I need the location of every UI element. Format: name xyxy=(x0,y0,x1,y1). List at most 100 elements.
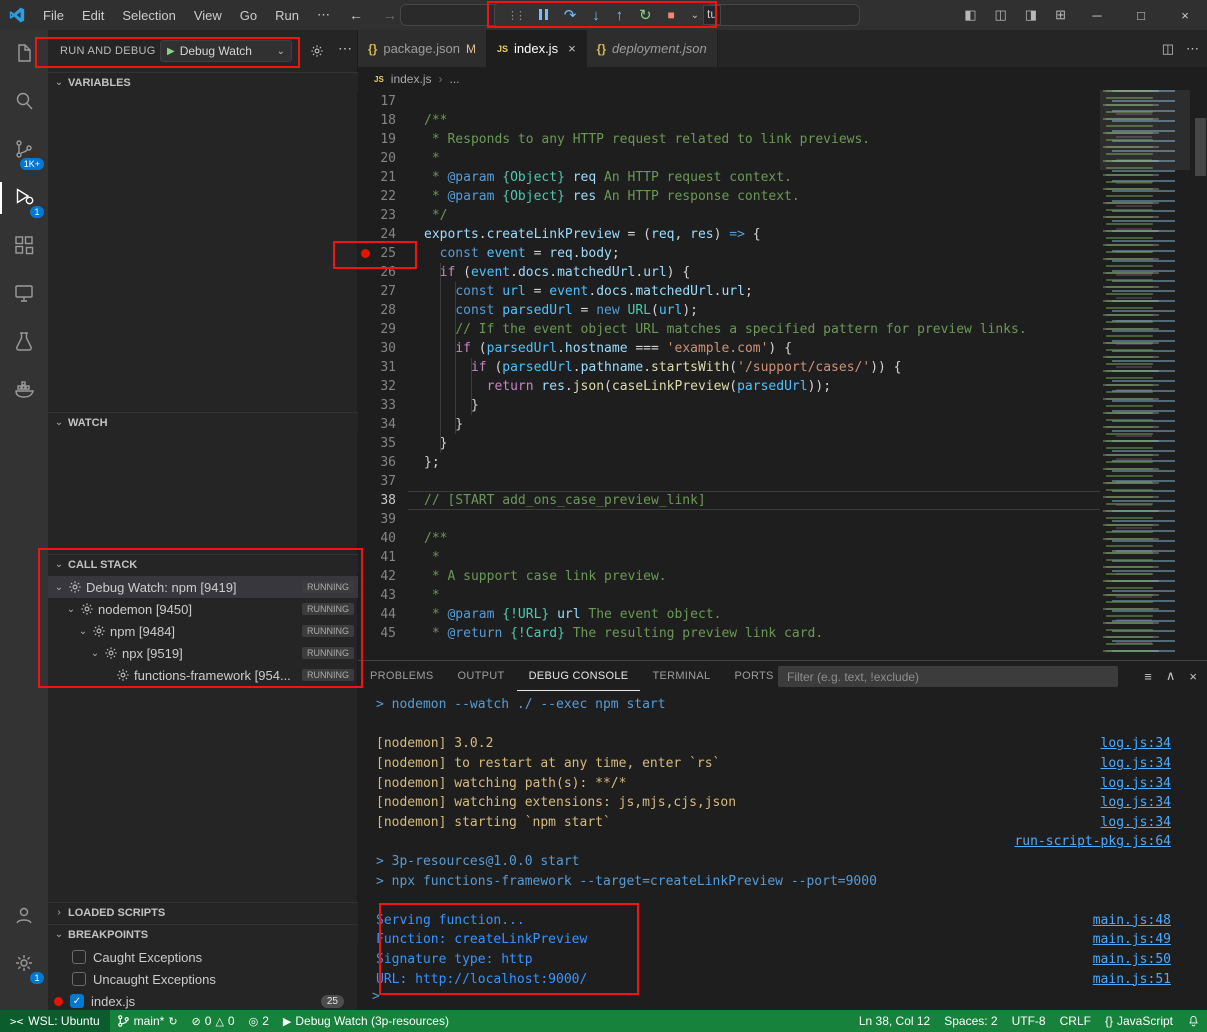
step-out-icon[interactable]: ↑ xyxy=(616,7,624,24)
line-number[interactable]: 27 xyxy=(358,282,408,301)
callstack-session-row[interactable]: ⌄ Debug Watch: npm [9419] RUNNING xyxy=(48,576,358,598)
console-source-link[interactable]: main.js:48 xyxy=(1093,913,1171,928)
code-line[interactable]: * @param {Object} req An HTTP request co… xyxy=(424,168,1100,187)
sidebar-item-run-and-debug[interactable]: 1 xyxy=(0,174,48,222)
notifications-item[interactable] xyxy=(1180,1010,1207,1032)
minimap[interactable] xyxy=(1100,90,1190,656)
views-more-icon[interactable]: ⋯ xyxy=(338,40,352,57)
code-line[interactable]: * @return {!Card} The resulting preview … xyxy=(424,624,1100,643)
problems-item[interactable]: ⊘ 0 △ 0 xyxy=(185,1010,242,1032)
code-area[interactable]: /** * Responds to any HTTP request relat… xyxy=(424,92,1100,643)
code-line[interactable]: */ xyxy=(424,206,1100,225)
line-number[interactable]: 31 xyxy=(358,358,408,377)
callstack-session-row[interactable]: functions-framework [954... RUNNING xyxy=(48,664,358,686)
chevron-down-icon[interactable]: ⌄ xyxy=(691,10,699,21)
line-number[interactable]: 37 xyxy=(358,472,408,491)
line-number[interactable]: 28 xyxy=(358,301,408,320)
code-line[interactable]: * @param {Object} res An HTTP response c… xyxy=(424,187,1100,206)
code-line[interactable]: const parsedUrl = new URL(url); xyxy=(424,301,1100,320)
code-line[interactable]: } xyxy=(424,415,1100,434)
minimap-slider[interactable] xyxy=(1100,90,1190,170)
code-line[interactable]: } xyxy=(424,434,1100,453)
code-line[interactable]: /** xyxy=(424,529,1100,548)
chevron-down-icon[interactable]: ⌄ xyxy=(78,626,88,637)
menu-more-icon[interactable]: ⋯ xyxy=(308,7,339,23)
tab-terminal[interactable]: TERMINAL xyxy=(640,661,722,691)
toggle-sidebar-icon[interactable]: ◧ xyxy=(955,7,985,23)
section-call-stack[interactable]: ⌄ CALL STACK xyxy=(48,554,358,574)
checkbox-checked[interactable]: ✓ xyxy=(70,994,84,1008)
checkbox-unchecked[interactable] xyxy=(72,972,86,986)
line-number[interactable]: 44 xyxy=(358,605,408,624)
chevron-down-icon[interactable]: ⌄ xyxy=(66,604,76,615)
code-line[interactable]: /** xyxy=(424,111,1100,130)
close-panel-icon[interactable]: × xyxy=(1189,669,1197,684)
toggle-secondary-sidebar-icon[interactable]: ◨ xyxy=(1016,7,1046,23)
restart-icon[interactable]: ↻ xyxy=(639,6,652,24)
console-source-link[interactable]: main.js:50 xyxy=(1093,952,1171,967)
code-line[interactable]: * A support case link preview. xyxy=(424,567,1100,586)
line-number[interactable]: 43 xyxy=(358,586,408,605)
tab-problems[interactable]: PROBLEMS xyxy=(358,661,446,691)
line-number[interactable]: 24 xyxy=(358,225,408,244)
cursor-position-item[interactable]: Ln 38, Col 12 xyxy=(852,1010,937,1032)
minimize-button[interactable]: ─ xyxy=(1075,0,1119,30)
line-number[interactable]: 33 xyxy=(358,396,408,415)
configure-gear-icon[interactable] xyxy=(310,44,324,61)
code-line[interactable]: * Responds to any HTTP request related t… xyxy=(424,130,1100,149)
encoding-item[interactable]: UTF-8 xyxy=(1005,1010,1053,1032)
code-line[interactable]: * xyxy=(424,548,1100,567)
code-line[interactable]: // If the event object URL matches a spe… xyxy=(424,320,1100,339)
close-button[interactable]: × xyxy=(1163,0,1207,30)
launch-config-dropdown[interactable]: ▶ Debug Watch ⌄ xyxy=(160,40,292,62)
code-line[interactable] xyxy=(424,92,1100,111)
pause-icon[interactable] xyxy=(539,8,548,23)
callstack-session-row[interactable]: ⌄ npm [9484] RUNNING xyxy=(48,620,358,642)
sidebar-item-source-control[interactable]: 1K+ xyxy=(0,126,48,174)
indentation-item[interactable]: Spaces: 2 xyxy=(937,1010,1004,1032)
menu-file[interactable]: File xyxy=(34,8,73,23)
nav-back-icon[interactable]: ← xyxy=(339,7,373,23)
filter-lines-icon[interactable]: ≡ xyxy=(1144,669,1152,684)
code-line[interactable] xyxy=(424,510,1100,529)
line-number[interactable]: 22 xyxy=(358,187,408,206)
menu-view[interactable]: View xyxy=(185,8,231,23)
console-source-link[interactable]: log.js:34 xyxy=(1101,795,1171,810)
split-editor-icon[interactable]: ◫ xyxy=(1162,41,1174,57)
callstack-session-row[interactable]: ⌄ npx [9519] RUNNING xyxy=(48,642,358,664)
console-source-link[interactable]: log.js:34 xyxy=(1101,736,1171,751)
step-over-icon[interactable]: ↷ xyxy=(564,6,577,24)
code-line[interactable]: if (parsedUrl.pathname.startsWith('/supp… xyxy=(424,358,1100,377)
start-debug-icon[interactable]: ▶ xyxy=(167,46,175,57)
menu-selection[interactable]: Selection xyxy=(113,8,184,23)
breakpoint-caught-exceptions[interactable]: Caught Exceptions xyxy=(48,946,358,968)
line-number[interactable]: 45 xyxy=(358,624,408,643)
line-number[interactable]: 18 xyxy=(358,111,408,130)
line-number[interactable]: 32 xyxy=(358,377,408,396)
sidebar-item-explorer[interactable] xyxy=(0,30,48,78)
sidebar-item-extensions[interactable] xyxy=(0,222,48,270)
checkbox-unchecked[interactable] xyxy=(72,950,86,964)
section-loaded-scripts[interactable]: › LOADED SCRIPTS xyxy=(48,902,358,922)
line-number[interactable]: 40 xyxy=(358,529,408,548)
console-source-link[interactable]: run-script-pkg.js:64 xyxy=(1014,834,1171,849)
line-number[interactable]: 19 xyxy=(358,130,408,149)
line-number[interactable]: 38 xyxy=(358,491,408,510)
sidebar-item-docker[interactable] xyxy=(0,366,48,414)
code-line[interactable]: * @param {!URL} url The event object. xyxy=(424,605,1100,624)
code-line[interactable]: const event = req.body; xyxy=(424,244,1100,263)
close-tab-icon[interactable]: × xyxy=(568,41,576,56)
code-line[interactable]: * xyxy=(424,586,1100,605)
account-button[interactable] xyxy=(0,892,48,940)
console-source-link[interactable]: main.js:51 xyxy=(1093,972,1171,987)
settings-button[interactable]: 1 xyxy=(0,940,48,988)
line-number[interactable]: 20 xyxy=(358,149,408,168)
line-number[interactable]: 26 xyxy=(358,263,408,282)
section-variables[interactable]: ⌄ VARIABLES xyxy=(48,72,358,92)
code-line[interactable]: // [START add_ons_case_preview_link] xyxy=(424,491,1100,510)
line-number[interactable]: 23 xyxy=(358,206,408,225)
callstack-session-row[interactable]: ⌄ nodemon [9450] RUNNING xyxy=(48,598,358,620)
tab-deployment-json[interactable]: {} deployment.json xyxy=(587,30,718,67)
code-line[interactable]: return res.json(caseLinkPreview(parsedUr… xyxy=(424,377,1100,396)
console-filter-input[interactable] xyxy=(778,666,1118,687)
